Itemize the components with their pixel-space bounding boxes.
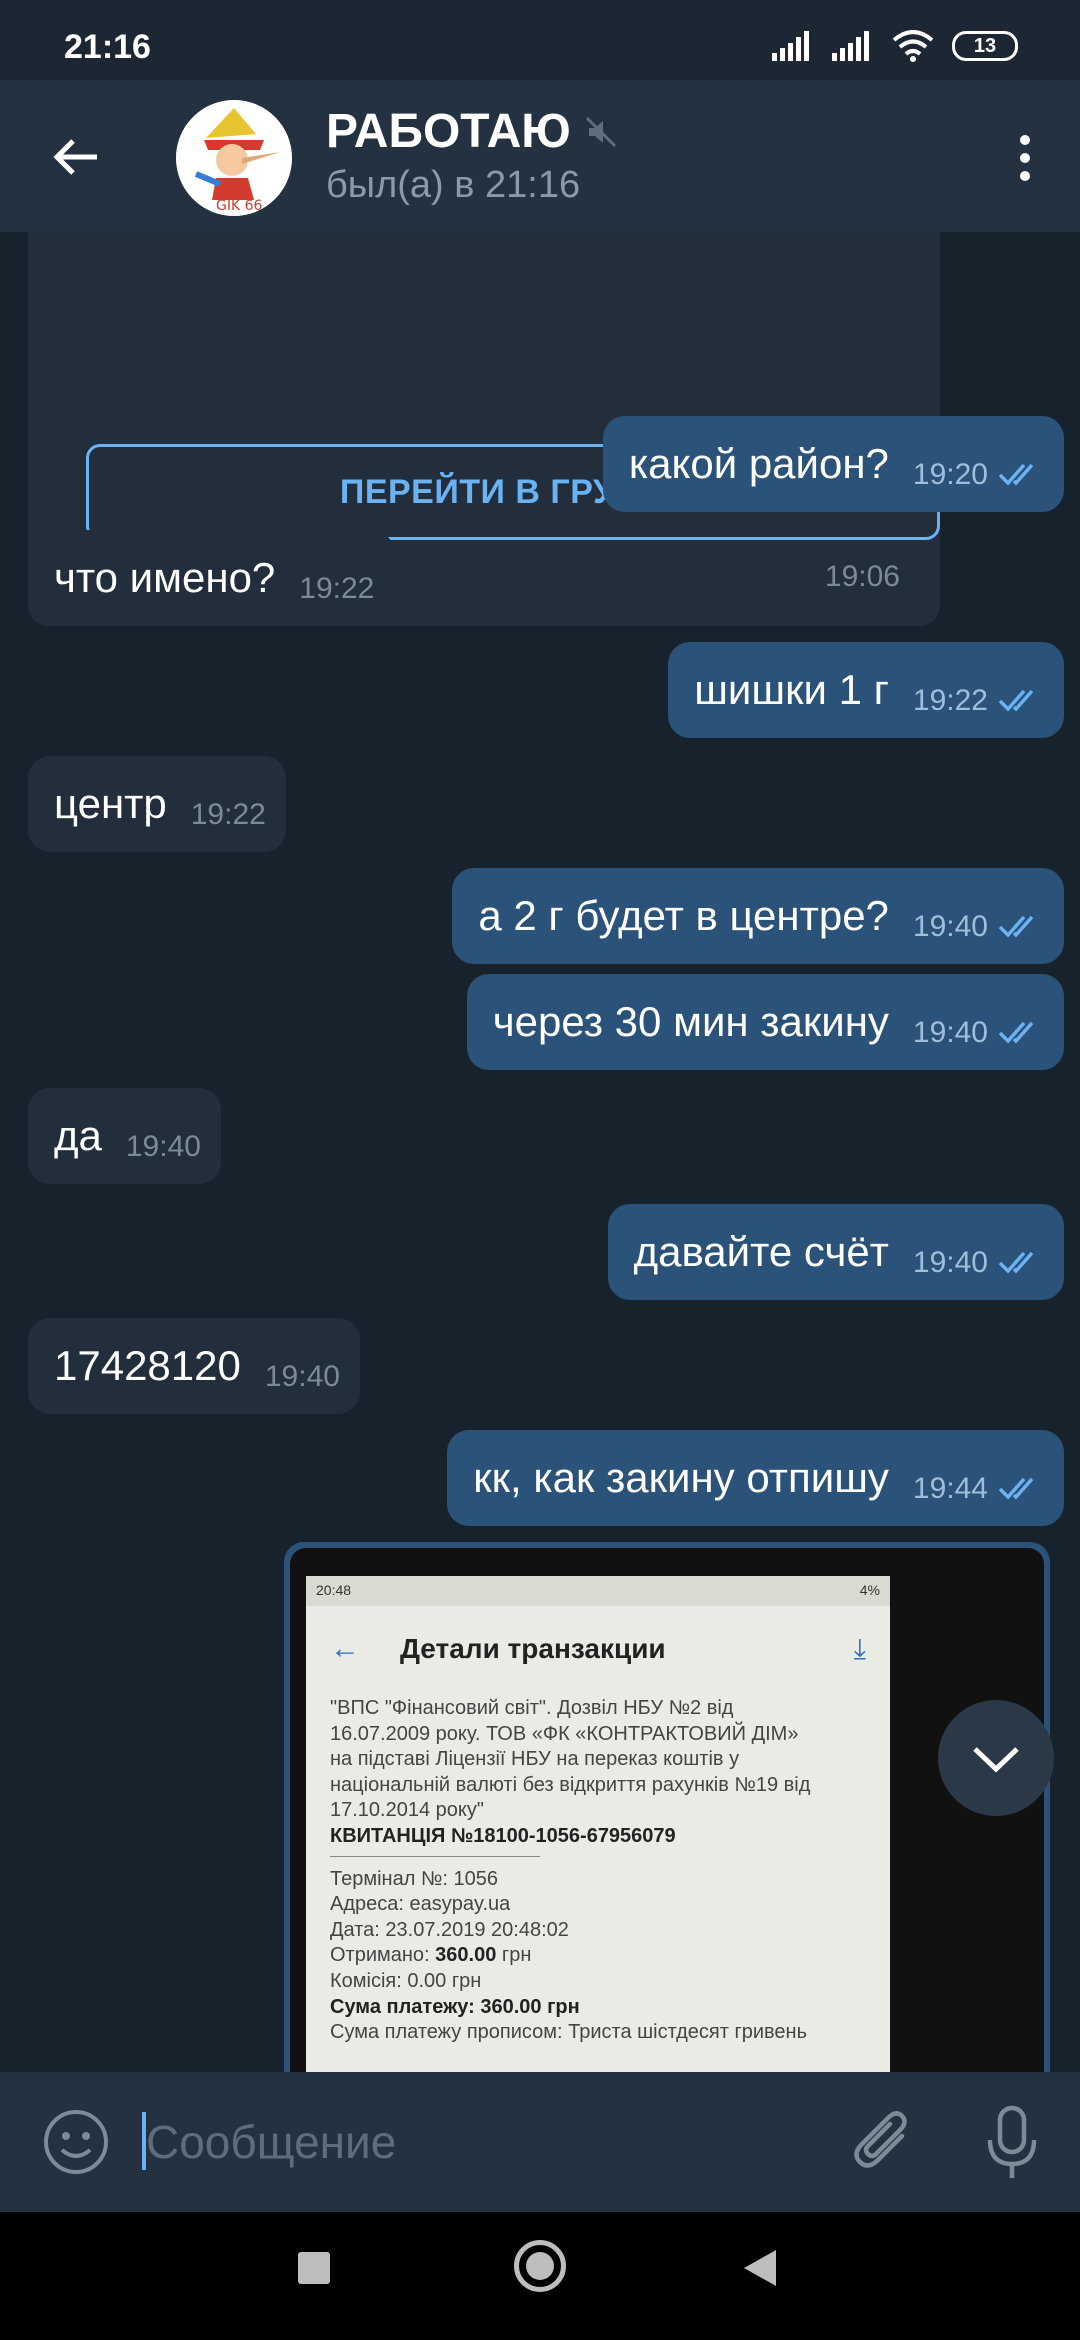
recents-button[interactable]: [298, 2252, 330, 2284]
photo-line: національній валюті без відкриття рахунк…: [330, 1773, 811, 1796]
message-time: 19:22: [912, 684, 988, 717]
status-time: 21:16: [64, 28, 151, 66]
message-in[interactable]: центр 19:22: [28, 756, 286, 852]
message-time: 19:22: [190, 798, 266, 831]
photo-receipt-number: КВИТАНЦІЯ №18100-1056-67956079: [330, 1824, 676, 1847]
photo-date: Дата: 23.07.2019 20:48:02: [330, 1918, 569, 1941]
status-icons: 13: [772, 30, 1018, 62]
photo-line: 16.07.2009 року. ТОВ «ФК «КОНТРАКТОВИЙ Д…: [330, 1722, 799, 1745]
photo-line: на підставі Ліцензії НБУ на переказ кошт…: [330, 1748, 740, 1771]
message-out[interactable]: а 2 г будет в центре? 19:40: [452, 868, 1064, 964]
message-text: какой район?: [628, 440, 889, 487]
message-input[interactable]: [146, 2106, 806, 2178]
message-time: 19:40: [912, 1246, 988, 1279]
message-time: 19:06: [824, 560, 900, 593]
read-ticks-icon: [998, 1474, 1044, 1502]
photo-terminal: Термінал №: 1056: [330, 1867, 498, 1890]
more-menu-button[interactable]: [990, 120, 1060, 196]
read-ticks-icon: [998, 1018, 1044, 1046]
message-out[interactable]: через 30 мин закину 19:40: [466, 974, 1064, 1070]
avatar[interactable]: GIK 66: [176, 100, 292, 216]
divider: [330, 1855, 540, 1857]
message-out[interactable]: кк, как закину отпишу 19:44: [447, 1430, 1064, 1526]
message-out[interactable]: шишки 1 г 19:22: [668, 642, 1064, 738]
chevron-down-icon: [973, 1747, 1019, 1773]
paperclip-icon: [854, 2111, 907, 2168]
emoji-button[interactable]: [40, 2106, 112, 2178]
message-text: шишки 1 г: [694, 666, 889, 713]
message-time: 19:40: [264, 1360, 340, 1393]
message-out[interactable]: какой район? 19:20: [602, 416, 1064, 512]
photo-received: Отримано: 360.00 грн: [330, 1944, 532, 1967]
voice-record-button[interactable]: [976, 2102, 1048, 2182]
read-ticks-icon: [998, 686, 1044, 714]
photo-line: "ВПС "Фінансовий світ". Дозвіл НБУ №2 ві…: [330, 1697, 734, 1719]
smiley-icon: [44, 2110, 108, 2174]
message-in[interactable]: что имено? 19:22: [28, 530, 395, 626]
message-text: через 30 мин закину: [492, 998, 889, 1045]
message-time: 19:40: [912, 1016, 988, 1049]
read-ticks-icon: [998, 1248, 1044, 1276]
system-navigation-bar: [0, 2212, 1080, 2340]
signal-icon: [772, 31, 809, 61]
chat-title: РАБОТАЮ: [326, 105, 571, 158]
message-time: 19:40: [912, 910, 988, 943]
last-seen: был(а) в 21:16: [326, 164, 581, 206]
photo-message[interactable]: 20:48 4% ← Детали транзакции ⤓ "ВПС "Фін…: [284, 1542, 1050, 2072]
pinocchio-avatar-icon: GIK 66: [176, 100, 292, 216]
photo-line: 17.10.2014 року": [330, 1799, 484, 1822]
photo-body: "ВПС "Фінансовий світ". Дозвіл НБУ №2 ві…: [306, 1684, 890, 2058]
message-text: что имено?: [54, 554, 276, 601]
attach-button[interactable]: [848, 2106, 920, 2178]
avatar-caption: GIK 66: [216, 198, 263, 214]
photo-header: ← Детали транзакции ⤓: [306, 1606, 890, 1684]
status-bar: 21:16 13: [0, 0, 1080, 80]
read-ticks-icon: [998, 460, 1044, 488]
download-icon: ⤓: [853, 1632, 866, 1664]
wifi-icon: [892, 30, 934, 62]
dot-icon: [1020, 171, 1030, 181]
message-time: 19:44: [912, 1472, 988, 1505]
signal-icon: [832, 31, 869, 61]
system-back-button[interactable]: [744, 2250, 776, 2286]
photo-commission: Комісія: 0.00 грн: [330, 1969, 482, 1992]
photo-sum: Сума платежу: 360.00 грн: [330, 1995, 580, 2018]
photo-status-time: 20:48: [316, 1582, 352, 1598]
arrow-left-icon: ←: [330, 1632, 360, 1665]
photo-address: Адреса: easypay.ua: [330, 1893, 511, 1916]
dot-icon: [1020, 153, 1030, 163]
message-out[interactable]: давайте счёт 19:40: [607, 1204, 1064, 1300]
message-text: да: [54, 1112, 102, 1159]
scroll-down-button[interactable]: [938, 1700, 1054, 1816]
battery-icon: 13: [952, 31, 1018, 61]
message-time: 19:22: [299, 572, 375, 605]
receipt-photo[interactable]: 20:48 4% ← Детали транзакции ⤓ "ВПС "Фін…: [290, 1548, 1044, 2072]
chat-header: GIK 66 РАБОТАЮ был(а) в 21:16: [0, 80, 1080, 232]
muted-icon: [585, 116, 616, 147]
message-text: кк, как закину отпишу: [473, 1454, 889, 1501]
read-ticks-icon: [998, 912, 1044, 940]
message-time: 19:40: [125, 1130, 201, 1163]
microphone-icon: [987, 2105, 1037, 2178]
dot-icon: [1020, 135, 1030, 145]
phone-screen-image: 20:48 4% ← Детали транзакции ⤓ "ВПС "Фін…: [306, 1576, 890, 2072]
photo-status-bar: 20:48 4%: [306, 1576, 890, 1606]
photo-title: Детали транзакции: [400, 1633, 666, 1664]
message-text: центр: [54, 780, 167, 827]
message-text: 17428120: [54, 1342, 241, 1389]
back-button[interactable]: [40, 122, 110, 192]
chat-area[interactable]: ПЕРЕЙТИ В ГРУППУ 19:06 какой район? 19:2…: [0, 232, 1080, 2072]
title-row[interactable]: РАБОТАЮ: [326, 104, 617, 159]
message-in[interactable]: 17428120 19:40: [28, 1318, 360, 1414]
home-button[interactable]: [514, 2240, 566, 2292]
arrow-left-icon: [53, 139, 97, 175]
photo-sum-words: Сума платежу прописом: Триста шістдесят …: [330, 2021, 808, 2044]
message-in[interactable]: да 19:40: [28, 1088, 221, 1184]
photo-status-battery: 4%: [859, 1582, 880, 1598]
message-text: а 2 г будет в центре?: [478, 892, 889, 939]
message-time: 19:20: [912, 458, 988, 491]
message-composer: [0, 2072, 1080, 2212]
message-text: давайте счёт: [633, 1228, 889, 1275]
